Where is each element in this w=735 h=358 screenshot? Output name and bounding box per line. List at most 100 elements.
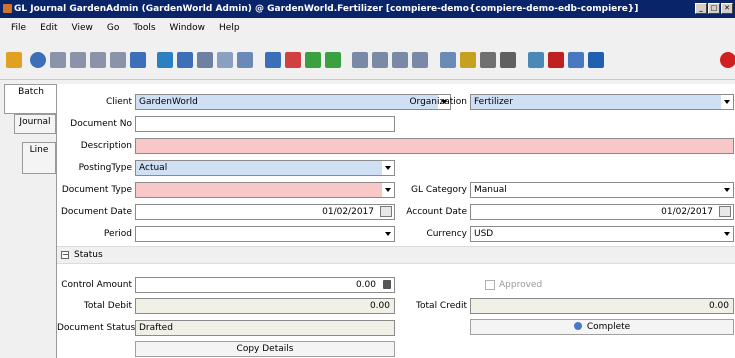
attachment-icon[interactable]	[197, 52, 213, 68]
find-icon[interactable]	[177, 52, 193, 68]
copy-record-icon[interactable]	[70, 52, 86, 68]
gl-category-label: GL Category	[411, 185, 467, 195]
posting-type-value: Actual	[139, 163, 168, 173]
menu-window[interactable]: Window	[163, 18, 213, 38]
organization-field[interactable]: Fertilizer	[470, 94, 734, 110]
menu-go[interactable]: Go	[100, 18, 126, 38]
calendar-icon[interactable]	[380, 206, 392, 217]
document-type-field[interactable]	[135, 182, 395, 198]
account-date-label: Account Date	[406, 207, 467, 217]
account-date-field[interactable]: 01/02/2017	[470, 204, 734, 220]
document-status-field: Drafted	[135, 320, 395, 336]
tab-batch[interactable]: Batch	[4, 84, 57, 114]
print-preview-icon[interactable]	[480, 52, 496, 68]
menu-bar: File Edit View Go Tools Window Help	[0, 18, 735, 38]
chevron-down-icon[interactable]	[721, 95, 733, 109]
menu-view[interactable]: View	[65, 18, 100, 38]
menu-file[interactable]: File	[4, 18, 33, 38]
organization-label: Organization	[409, 97, 467, 107]
document-date-field[interactable]: 01/02/2017	[135, 204, 395, 220]
client-label: Client	[105, 97, 132, 107]
calculator-icon[interactable]	[383, 280, 391, 289]
next-record-icon[interactable]	[392, 52, 408, 68]
total-debit-label: Total Debit	[83, 301, 132, 311]
document-status-label: Document Status	[57, 323, 136, 333]
total-credit-field: 0.00	[470, 298, 734, 314]
zoom-across-icon[interactable]	[528, 52, 544, 68]
first-record-icon[interactable]	[352, 52, 368, 68]
period-field[interactable]	[135, 226, 395, 242]
client-value: GardenWorld	[139, 97, 198, 107]
product-info-icon[interactable]	[568, 52, 584, 68]
menu-help[interactable]: Help	[212, 18, 247, 38]
home-icon[interactable]	[285, 52, 301, 68]
description-field[interactable]	[135, 138, 734, 154]
detail-icon[interactable]	[325, 52, 341, 68]
chevron-down-icon[interactable]	[721, 227, 733, 241]
window-title-bar: GL Journal GardenAdmin (GardenWorld Admi…	[0, 0, 735, 18]
parent-icon[interactable]	[305, 52, 321, 68]
request-icon[interactable]	[588, 52, 604, 68]
collapse-icon[interactable]: −	[61, 251, 69, 259]
save-icon[interactable]	[130, 52, 146, 68]
document-no-field[interactable]	[135, 116, 395, 132]
app-icon	[3, 4, 12, 13]
last-record-icon[interactable]	[412, 52, 428, 68]
chevron-down-icon[interactable]	[382, 227, 394, 241]
currency-field[interactable]: USD	[470, 226, 734, 242]
copy-details-button[interactable]: Copy Details	[135, 341, 395, 357]
print-icon[interactable]	[500, 52, 516, 68]
tab-line[interactable]: Line	[22, 142, 56, 174]
previous-record-icon[interactable]	[372, 52, 388, 68]
control-amount-field[interactable]: 0.00	[135, 277, 395, 293]
currency-label: Currency	[426, 229, 467, 239]
delete-record-icon[interactable]	[90, 52, 106, 68]
window-title: GL Journal GardenAdmin (GardenWorld Admi…	[14, 4, 639, 14]
form-panel: Client GardenWorld Organization Fertiliz…	[56, 84, 735, 358]
toolbar	[0, 38, 735, 80]
calendar-icon[interactable]	[719, 206, 731, 217]
undo-icon[interactable]	[6, 52, 22, 68]
active-workflows-icon[interactable]	[548, 52, 564, 68]
complete-button[interactable]: Complete	[470, 319, 734, 335]
document-date-label: Document Date	[61, 207, 132, 217]
posting-type-field[interactable]: Actual	[135, 160, 395, 176]
total-debit-field: 0.00	[135, 298, 395, 314]
chevron-down-icon[interactable]	[382, 161, 394, 175]
chat-icon[interactable]	[217, 52, 233, 68]
history-icon[interactable]	[265, 52, 281, 68]
archive-icon[interactable]	[460, 52, 476, 68]
help-icon[interactable]	[30, 52, 46, 68]
tab-journal[interactable]: Journal	[14, 114, 56, 134]
maximize-button[interactable]: □	[708, 3, 720, 14]
approved-checkbox[interactable]	[485, 280, 495, 290]
control-amount-label: Control Amount	[61, 280, 132, 290]
close-window-icon[interactable]	[720, 52, 735, 68]
report-icon[interactable]	[440, 52, 456, 68]
grid-toggle-icon[interactable]	[237, 52, 253, 68]
minimize-button[interactable]: _	[695, 3, 707, 14]
chevron-down-icon[interactable]	[382, 183, 394, 197]
menu-tools[interactable]: Tools	[126, 18, 162, 38]
document-date-value: 01/02/2017	[322, 207, 374, 217]
status-section-label: Status	[74, 250, 103, 260]
approved-label: Approved	[499, 280, 543, 290]
currency-value: USD	[474, 229, 494, 239]
account-date-value: 01/02/2017	[661, 207, 713, 217]
document-type-label: Document Type	[61, 185, 132, 195]
document-no-label: Document No	[70, 119, 132, 129]
complete-button-label: Complete	[586, 322, 631, 332]
gear-icon	[573, 322, 582, 330]
refresh-icon[interactable]	[157, 52, 173, 68]
gl-category-field[interactable]: Manual	[470, 182, 734, 198]
menu-edit[interactable]: Edit	[33, 18, 64, 38]
status-section-header[interactable]: − Status	[57, 246, 735, 264]
posting-type-label: PostingType	[78, 163, 132, 173]
close-button[interactable]: ✕	[721, 3, 733, 14]
new-record-icon[interactable]	[50, 52, 66, 68]
delete-selection-icon[interactable]	[110, 52, 126, 68]
total-credit-label: Total Credit	[416, 301, 467, 311]
gl-category-value: Manual	[474, 185, 507, 195]
description-label: Description	[80, 141, 132, 151]
chevron-down-icon[interactable]	[721, 183, 733, 197]
